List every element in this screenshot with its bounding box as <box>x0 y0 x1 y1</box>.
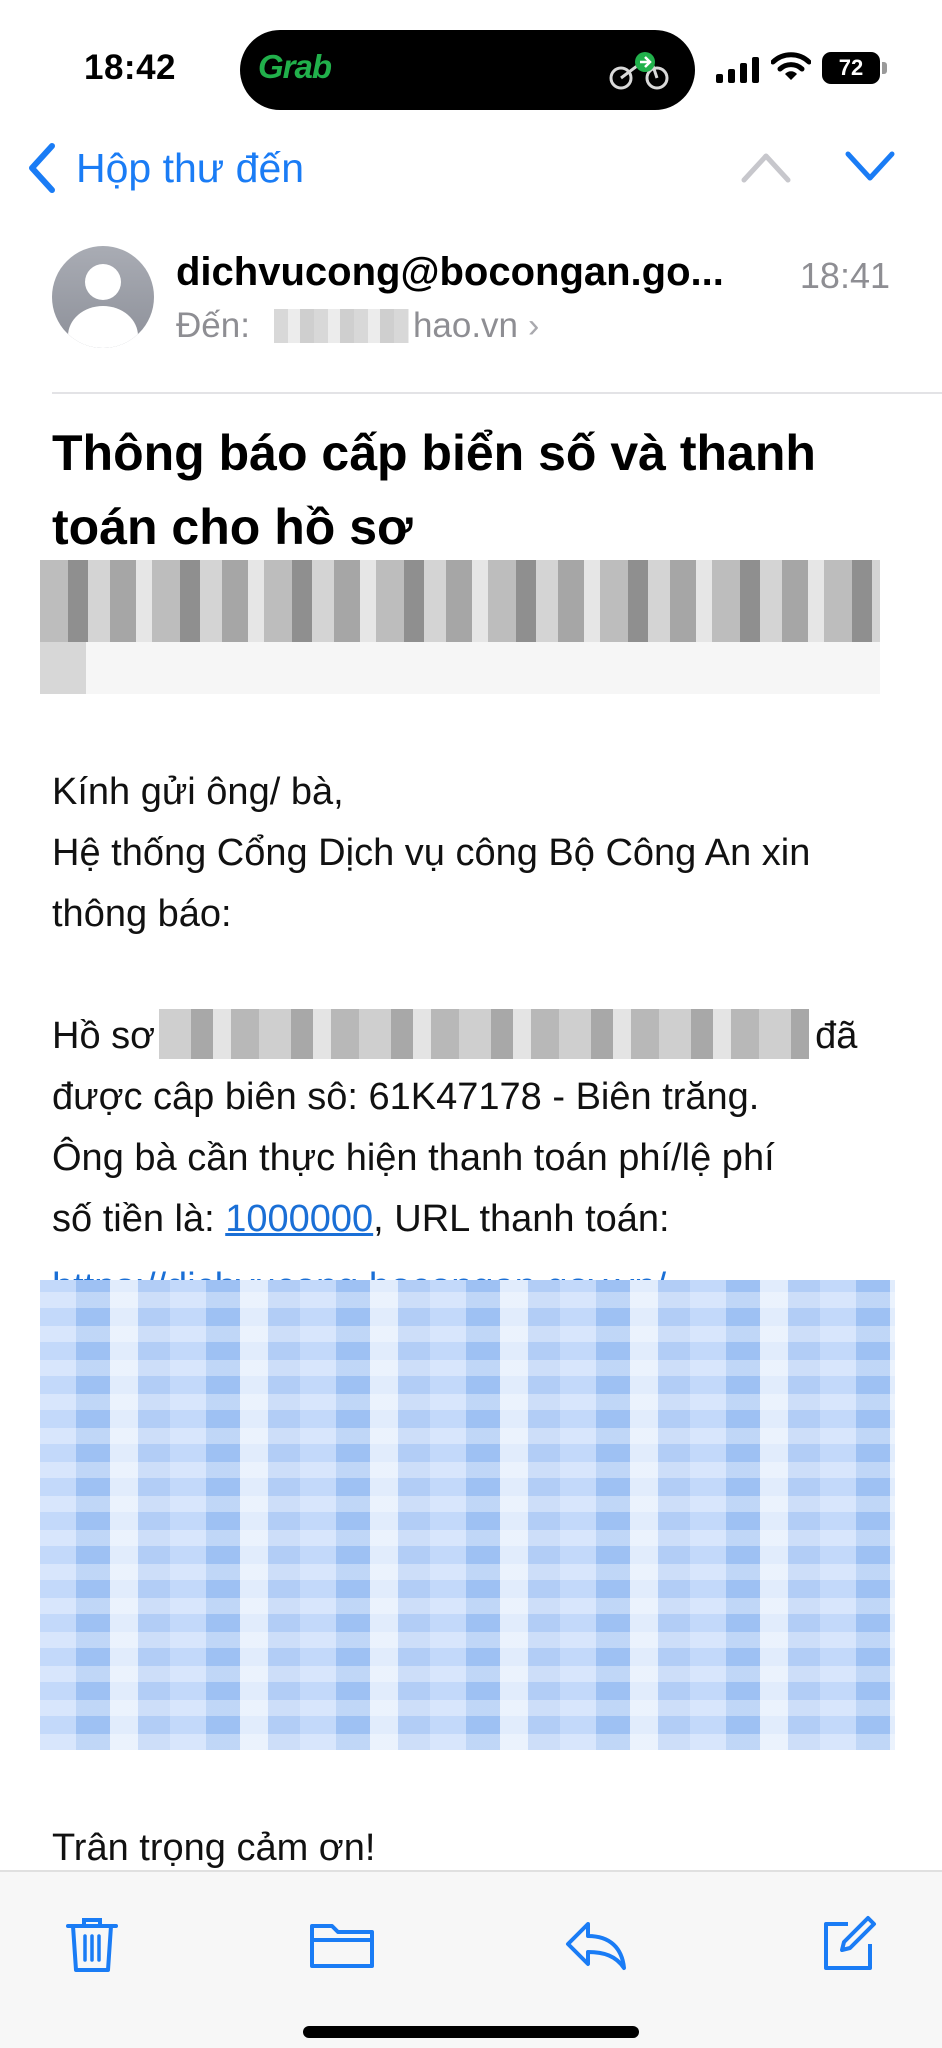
wifi-icon <box>771 52 811 80</box>
battery-icon: 72 <box>822 52 888 84</box>
record-suffix: đã <box>815 1015 858 1057</box>
to-label: Đến: <box>176 306 250 345</box>
payment-url-redaction[interactable] <box>40 1280 895 1750</box>
header-divider <box>52 392 942 394</box>
battery-cap <box>882 62 887 74</box>
chevron-up-icon[interactable] <box>738 144 794 188</box>
battery-level: 72 <box>822 52 880 84</box>
recipient-domain: hao.vn <box>412 306 519 345</box>
status-time: 18:42 <box>84 48 177 87</box>
subject-redaction-tail <box>40 642 880 694</box>
greeting-text: Kính gửi ông/ bà, <box>52 771 344 813</box>
chevron-down-icon[interactable] <box>842 144 898 188</box>
recipient-line[interactable]: Đến: hao.vn › <box>176 306 539 346</box>
url-label: , URL thanh toán: <box>373 1198 670 1240</box>
sender-address[interactable]: dichvucong@bocongan.go... <box>176 250 766 295</box>
avatar-head <box>85 264 121 300</box>
record-line: Hồ sơ đã <box>52 1006 912 1067</box>
back-label: Hộp thư đến <box>76 144 305 191</box>
compose-icon[interactable] <box>818 1914 878 1974</box>
back-button[interactable]: Hộp thư đến <box>24 138 304 198</box>
chevron-right-icon: › <box>528 306 540 345</box>
payment-line: Ông bà cần thực hiện thanh toán phí/lệ p… <box>52 1137 775 1179</box>
home-indicator[interactable] <box>303 2026 639 2038</box>
amount-label: số tiền là: <box>52 1198 215 1240</box>
avatar <box>52 246 154 348</box>
grab-label: Grab <box>258 48 332 85</box>
plate-payment-text: được câp biên sô: 61K47178 - Biên trăng.… <box>52 1067 912 1250</box>
avatar-body <box>68 306 138 348</box>
received-time: 18:41 <box>799 255 890 296</box>
record-prefix: Hồ sơ <box>52 1015 156 1057</box>
dynamic-island[interactable]: Grab <box>240 30 695 110</box>
nav-bar: Hộp thư đến <box>0 130 942 210</box>
amount-line: số tiền là: 1000000, URL thanh toán: <box>52 1189 912 1250</box>
reply-icon[interactable] <box>562 1914 628 1974</box>
subject-redaction <box>40 560 880 642</box>
bottom-toolbar <box>0 1870 942 2048</box>
email-header: dichvucong@bocongan.go... 18:41 Đến: hao… <box>0 210 942 395</box>
folder-icon[interactable] <box>308 1914 376 1974</box>
motorbike-icon <box>609 52 669 90</box>
trash-icon[interactable] <box>62 1914 122 1974</box>
status-bar: 18:42 Grab 72 <box>0 0 942 130</box>
recipient-redaction <box>273 309 409 343</box>
signal-icon <box>716 57 759 83</box>
intro-text: Hệ thống Cổng Dịch vụ công Bộ Công An xi… <box>52 832 811 935</box>
plate-line: được câp biên sô: 61K47178 - Biên trăng. <box>52 1076 760 1118</box>
amount-link[interactable]: 1000000 <box>225 1198 373 1240</box>
chevron-left-icon <box>29 143 55 193</box>
record-redaction <box>159 1008 810 1059</box>
email-subject: Thông báo cấp biển số và thanh toán cho … <box>52 425 816 555</box>
